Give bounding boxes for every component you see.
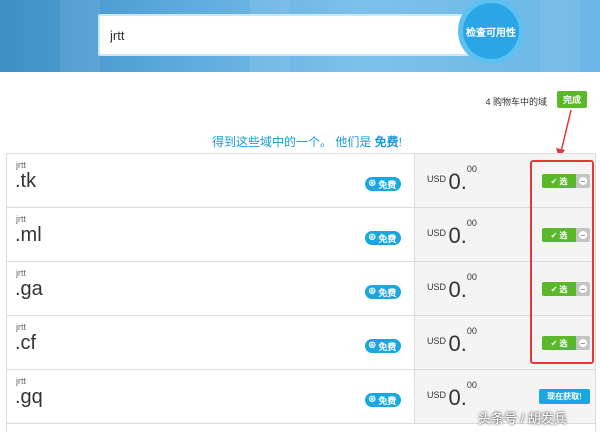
done-button[interactable]: 完成 (557, 91, 587, 108)
promo-text: 得到这些域中的一个。 他们是 (211, 135, 375, 149)
domain-tld: .ml (15, 224, 42, 246)
domain-label: jrtt (16, 376, 26, 386)
price-currency: USD (427, 174, 447, 184)
price: USD 0.00 (427, 218, 477, 249)
domain-label: jrtt (16, 268, 26, 278)
price-currency: USD (427, 282, 447, 292)
domain-cell: jrtt .tk ⊕ 免费 (7, 154, 415, 207)
domain-tld: .ga (15, 278, 43, 300)
price-amount: 0. (448, 331, 467, 356)
domain-cell: jrtt .gq ⊕ 免费 (7, 370, 415, 423)
price-cents: 00 (466, 380, 477, 390)
plus-icon: ⊕ (368, 232, 377, 243)
price-amount: 0. (448, 385, 467, 410)
domain-label: jrtt (16, 160, 26, 170)
promo-suffix: ! (398, 135, 403, 149)
domain-tld: .cf (15, 332, 37, 354)
domain-tld: .tk (15, 170, 37, 192)
domain-row-tk: jrtt .tk ⊕ 免费 USD 0.00 ✔ 选 (7, 154, 595, 208)
free-badge-label: 免费 (378, 395, 397, 406)
domain-cell: jrtt .ga ⊕ 免费 (7, 262, 415, 315)
get-now-button[interactable]: 现在获取! (539, 389, 590, 404)
free-badge-label: 免费 (378, 233, 397, 244)
check-availability-button[interactable]: 检查可用性 (458, 0, 524, 64)
price-cents: 00 (466, 326, 477, 336)
watermark: 头条号 / 胡发兵 (478, 411, 567, 426)
price-currency: USD (427, 336, 447, 346)
promo-free-word: 免费 (374, 135, 399, 149)
domain-label: jrtt (16, 214, 26, 224)
price-cents: 00 (466, 164, 477, 174)
price-cents: 00 (466, 218, 477, 228)
price: USD 0.00 (427, 326, 477, 357)
free-badge-label: 免费 (378, 287, 397, 298)
plus-icon: ⊕ (368, 286, 377, 297)
plus-icon: ⊕ (368, 394, 377, 405)
price: USD 0.00 (427, 272, 477, 303)
domain-row-ml: jrtt .ml ⊕ 免费 USD 0.00 ✔ 选 (7, 208, 595, 262)
free-badge-label: 免费 (378, 179, 397, 190)
price-amount: 0. (448, 277, 467, 302)
annotation-highlight-box (530, 160, 594, 364)
domain-label: jrtt (16, 322, 26, 332)
price-currency: USD (427, 228, 447, 238)
domain-results-table: jrtt .tk ⊕ 免费 USD 0.00 ✔ 选 jrtt .ml ⊕ 免费 US… (6, 153, 596, 432)
price-amount: 0. (448, 223, 467, 248)
free-badge: ⊕ 免费 (365, 177, 402, 191)
domain-search-input[interactable] (98, 14, 476, 56)
hero-decoration (540, 0, 580, 72)
domain-row-ga: jrtt .ga ⊕ 免费 USD 0.00 ✔ 选 (7, 262, 595, 316)
free-badge: ⊕ 免费 (365, 393, 402, 407)
hero-banner: 检查可用性 (0, 0, 600, 72)
free-badge: ⊕ 免费 (365, 285, 402, 299)
hero-decoration (60, 0, 100, 72)
free-badge: ⊕ 免费 (365, 231, 402, 245)
plus-icon: ⊕ (368, 178, 377, 189)
domain-row-cf: jrtt .cf ⊕ 免费 USD 0.00 ✔ 选 (7, 316, 595, 370)
price: USD 0.00 (427, 164, 477, 195)
free-domains-promo: 得到这些域中的一个。 他们是 免费! (0, 133, 600, 150)
free-badge: ⊕ 免费 (365, 339, 402, 353)
price-cents: 00 (466, 272, 477, 282)
price: USD 0.00 (427, 380, 477, 411)
plus-icon: ⊕ (368, 340, 377, 351)
cart-count-text: 4 购物车中的域 (485, 97, 547, 107)
domain-tld: .gq (15, 386, 43, 408)
price-amount: 0. (448, 169, 467, 194)
domain-cell: jrtt .ml ⊕ 免费 (7, 208, 415, 261)
price-currency: USD (427, 390, 447, 400)
free-badge-label: 免费 (378, 341, 397, 352)
domain-cell: jrtt .cf ⊕ 免费 (7, 316, 415, 369)
